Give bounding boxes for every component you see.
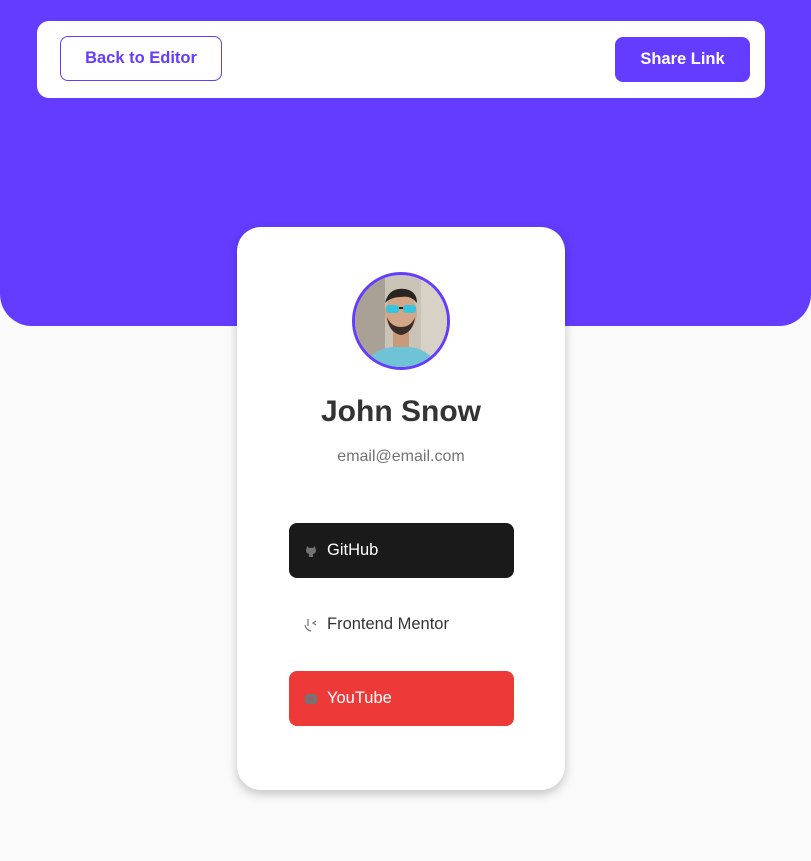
avatar-image — [355, 275, 447, 367]
link-youtube[interactable]: YouTube — [289, 671, 514, 726]
avatar — [352, 272, 450, 370]
frontend-mentor-icon — [304, 618, 318, 632]
back-to-editor-button[interactable]: Back to Editor — [60, 36, 222, 81]
link-youtube-label: YouTube — [327, 689, 392, 707]
github-icon — [304, 544, 318, 558]
profile-name: John Snow — [321, 395, 481, 428]
top-bar: Back to Editor Share Link — [37, 21, 765, 98]
link-frontend-mentor-label: Frontend Mentor — [327, 615, 449, 633]
share-link-button[interactable]: Share Link — [615, 37, 750, 82]
link-github[interactable]: GitHub — [289, 523, 514, 578]
profile-email: email@email.com — [337, 448, 465, 465]
link-github-label: GitHub — [327, 541, 379, 559]
youtube-icon — [304, 692, 318, 706]
link-frontend-mentor[interactable]: Frontend Mentor — [289, 597, 514, 652]
preview-page: Back to Editor Share Link John Snow emai… — [0, 0, 811, 861]
profile-card: John Snow email@email.com GitHub Fronten… — [237, 227, 565, 790]
